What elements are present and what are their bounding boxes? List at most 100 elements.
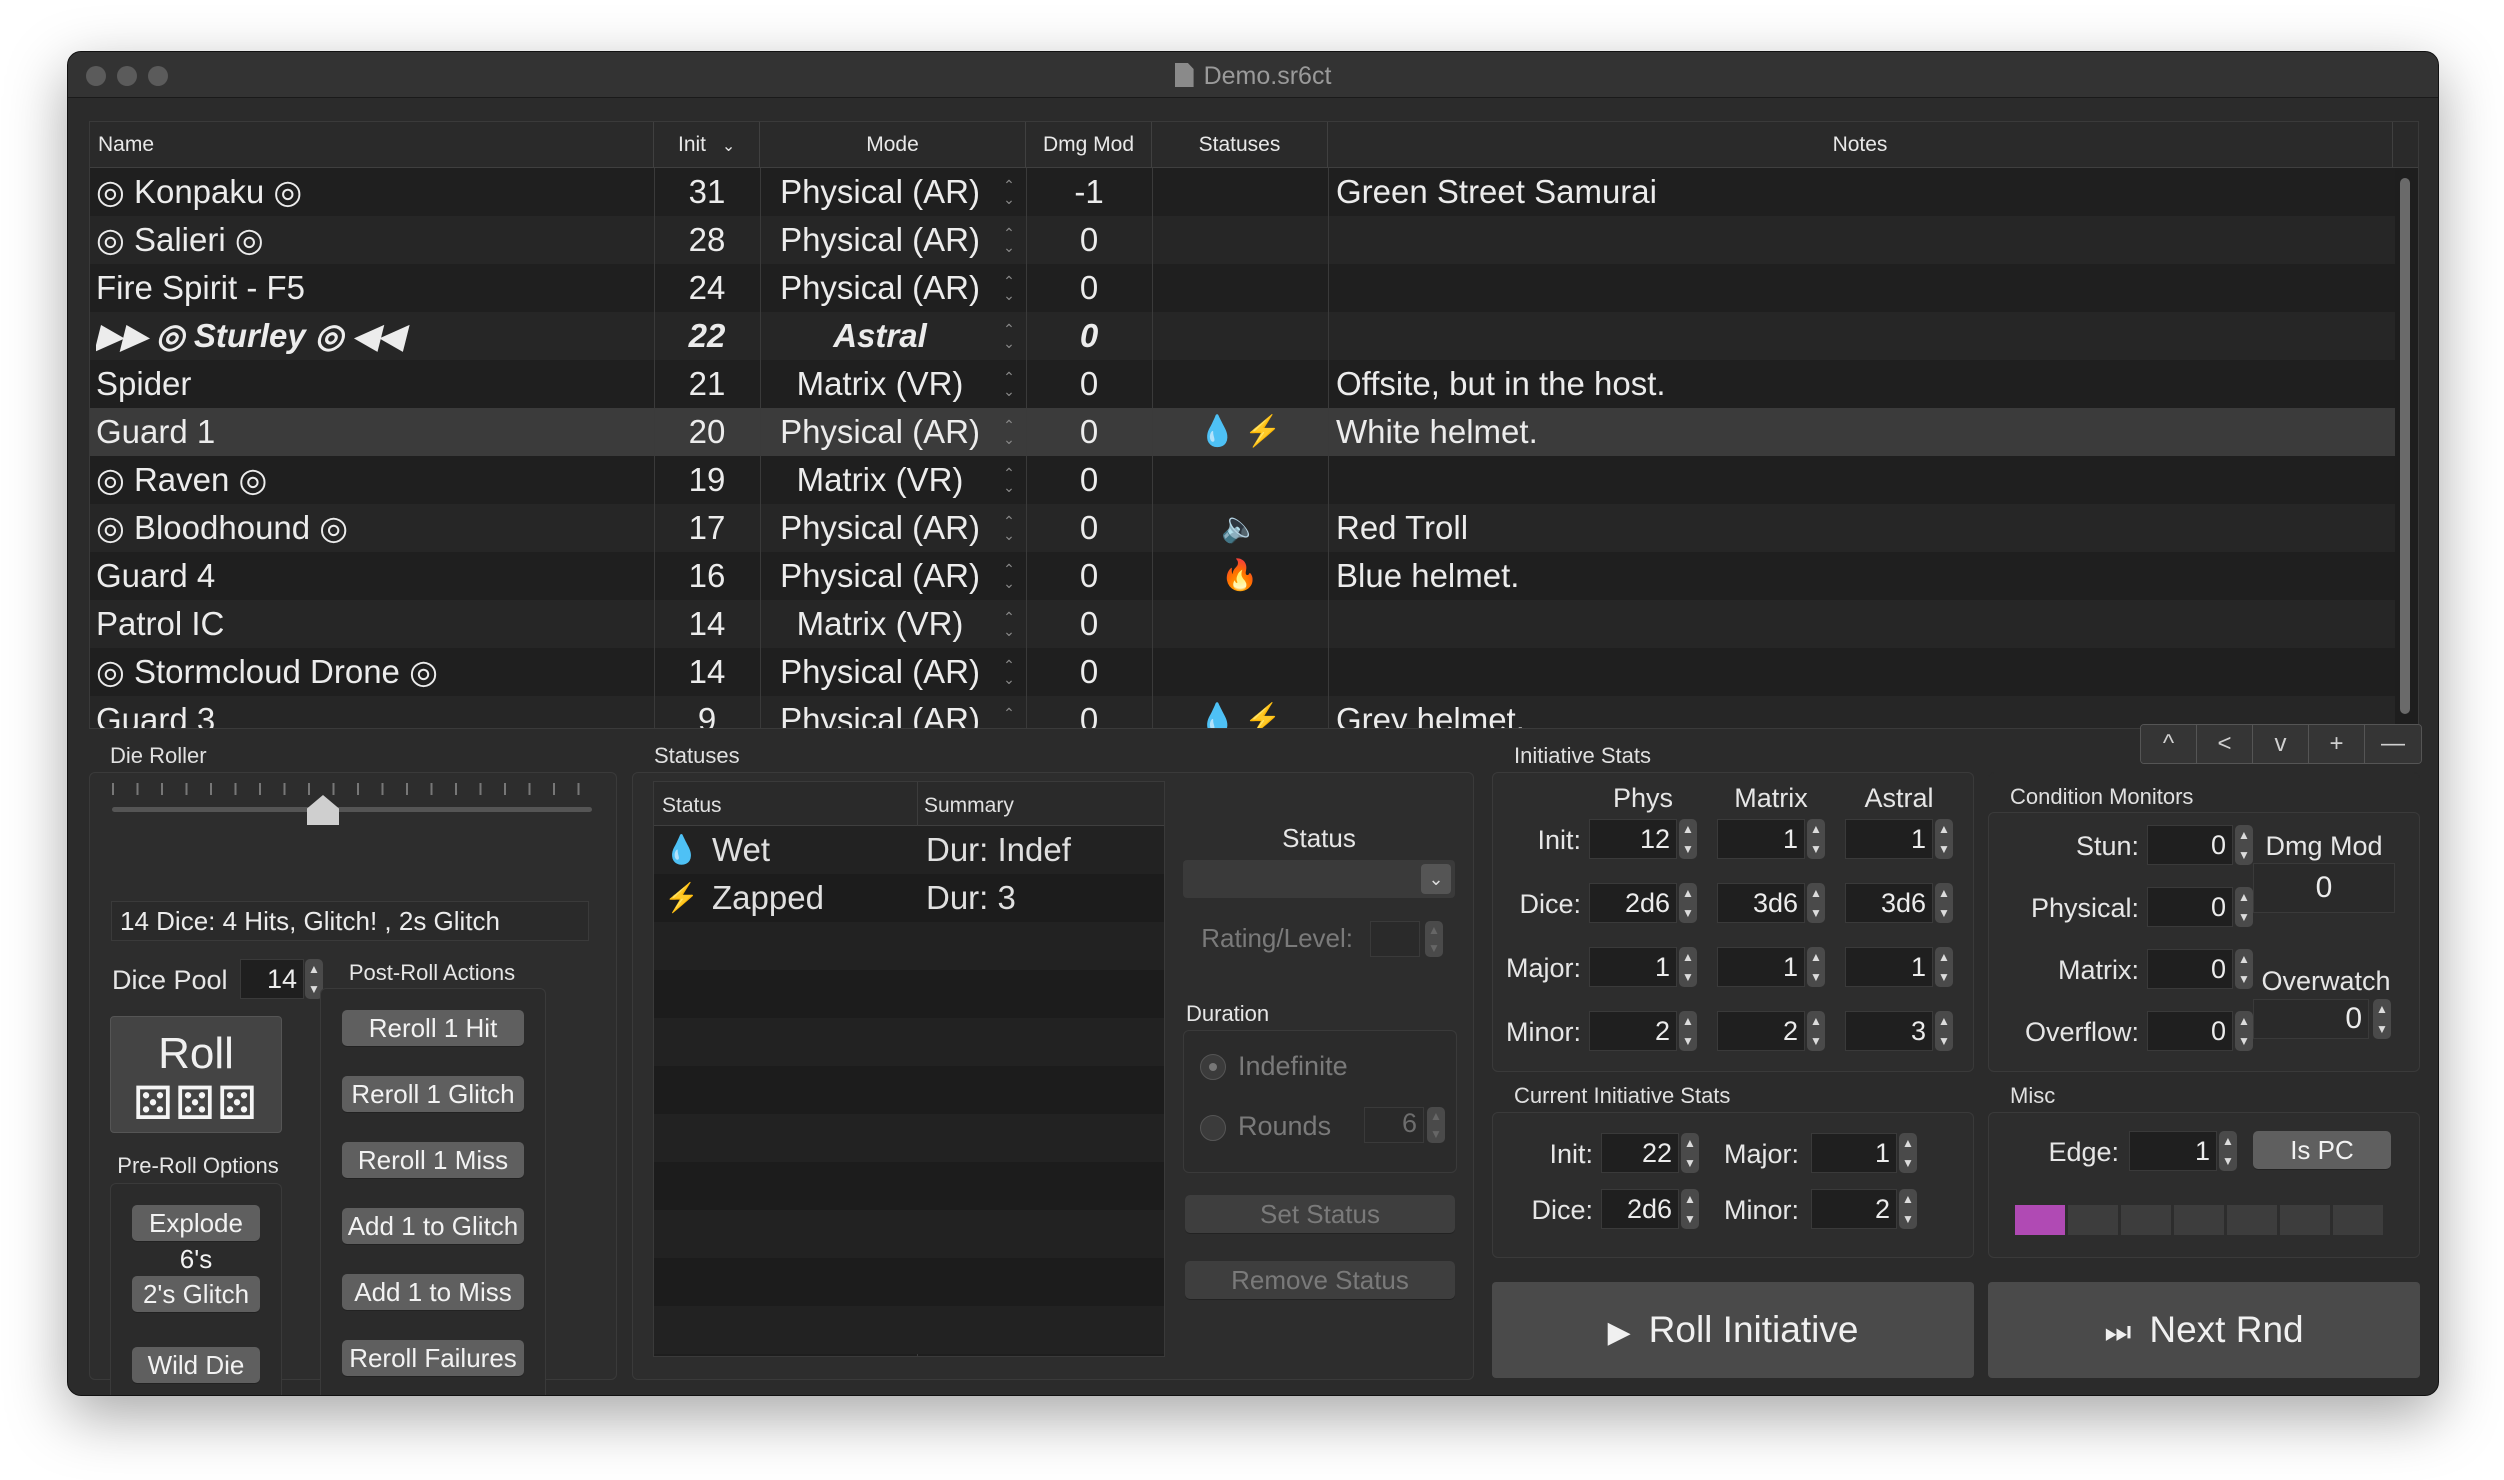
cur-minor-stepper[interactable]: ▲ ▼: [1899, 1189, 1917, 1229]
table-row[interactable]: Fire Spirit - F5 24 Physical (AR) ⌃ ⌄ 0: [90, 264, 2395, 312]
row-mode[interactable]: Physical (AR): [760, 552, 1000, 600]
table-row[interactable]: ◎ Bloodhound ◎ 17 Physical (AR) ⌃ ⌄ 0 🔈 Red Tro…: [90, 504, 2395, 552]
row-mode[interactable]: Matrix (VR): [760, 600, 1000, 648]
roll-button[interactable]: Roll ⚄⚄⚄: [110, 1016, 282, 1133]
roll-initiative-button[interactable]: ▶ Roll Initiative: [1492, 1282, 1974, 1378]
edge-field[interactable]: 1: [2129, 1131, 2217, 1171]
condition-stepper[interactable]: ▲ ▼: [2235, 1011, 2253, 1051]
mode-updown-icon[interactable]: ⌃ ⌄: [1002, 466, 1016, 494]
condition-field[interactable]: 0: [2147, 825, 2233, 865]
col-header-name[interactable]: Name: [90, 122, 654, 168]
table-row[interactable]: Guard 1 20 Physical (AR) ⌃ ⌄ 0 💧 ⚡ White helmet…: [90, 408, 2395, 456]
mode-updown-icon[interactable]: ⌃ ⌄: [1002, 370, 1016, 398]
indefinite-radio[interactable]: [1200, 1054, 1226, 1080]
init-stat-stepper[interactable]: ▲ ▼: [1807, 947, 1825, 987]
row-mode[interactable]: Physical (AR): [760, 696, 1000, 728]
post-roll-action-button[interactable]: Add 1 to Glitch: [342, 1208, 524, 1244]
init-stat-stepper[interactable]: ▲ ▼: [1935, 1011, 1953, 1051]
init-stat-field[interactable]: 2: [1589, 1011, 1677, 1051]
table-row[interactable]: ◎ Stormcloud Drone ◎ 14 Physical (AR) ⌃ ⌄ 0: [90, 648, 2395, 696]
dice-slider[interactable]: [112, 783, 592, 825]
init-stat-stepper[interactable]: ▲ ▼: [1807, 1011, 1825, 1051]
init-stat-stepper[interactable]: ▲ ▼: [1679, 1011, 1697, 1051]
init-stat-field[interactable]: 3: [1845, 1011, 1933, 1051]
col-header-summary[interactable]: Summary: [924, 794, 1014, 818]
init-stat-field[interactable]: 2: [1717, 1011, 1805, 1051]
table-row[interactable]: ▶▶ ◎ Sturley ◎ ◀◀ 22 Astral ⌃ ⌄ 0: [90, 312, 2395, 360]
status-dropdown[interactable]: ⌄: [1183, 860, 1455, 898]
overwatch-stepper[interactable]: ▲ ▼: [2373, 999, 2391, 1039]
table-row[interactable]: ◎ Raven ◎ 19 Matrix (VR) ⌃ ⌄ 0: [90, 456, 2395, 504]
init-stat-stepper[interactable]: ▲ ▼: [1935, 819, 1953, 859]
edge-stepper[interactable]: ▲ ▼: [2219, 1131, 2237, 1171]
set-status-button[interactable]: Set Status: [1185, 1195, 1455, 1233]
status-table[interactable]: Status Summary 💧 Wet Dur: Indef ⚡ Zapped Dur:…: [653, 781, 1165, 1357]
cur-init-stepper[interactable]: ▲ ▼: [1681, 1133, 1699, 1173]
rating-level-field[interactable]: [1370, 921, 1420, 957]
table-row[interactable]: ◎ Salieri ◎ 28 Physical (AR) ⌃ ⌄ 0: [90, 216, 2395, 264]
status-row[interactable]: ⚡ Zapped Dur: 3: [654, 874, 1164, 922]
slider-knob[interactable]: [307, 795, 339, 825]
pre-roll-option-button[interactable]: Explode 6's: [132, 1205, 260, 1274]
table-row[interactable]: Guard 3 9 Physical (AR) ⌃ ⌄ 0 💧 ⚡ Grey helmet.: [90, 696, 2395, 728]
pre-roll-option-button[interactable]: Wild Die: [132, 1347, 260, 1383]
cur-dice-stepper[interactable]: ▲ ▼: [1681, 1189, 1699, 1229]
mode-updown-icon[interactable]: ⌃ ⌄: [1002, 418, 1016, 446]
table-scrollbar[interactable]: [2400, 178, 2410, 714]
condition-field[interactable]: 0: [2147, 949, 2233, 989]
rating-level-stepper[interactable]: ▲ ▼: [1425, 921, 1443, 957]
cur-major-stepper[interactable]: ▲ ▼: [1899, 1133, 1917, 1173]
status-row[interactable]: 💧 Wet Dur: Indef: [654, 826, 1164, 874]
post-roll-action-button[interactable]: Reroll 1 Hit: [342, 1010, 524, 1046]
is-pc-button[interactable]: Is PC: [2253, 1131, 2391, 1169]
init-stat-stepper[interactable]: ▲ ▼: [1935, 883, 1953, 923]
init-stat-field[interactable]: 3d6: [1845, 883, 1933, 923]
init-stat-stepper[interactable]: ▲ ▼: [1807, 883, 1825, 923]
table-row[interactable]: Patrol IC 14 Matrix (VR) ⌃ ⌄ 0: [90, 600, 2395, 648]
overwatch-field[interactable]: 0: [2253, 999, 2369, 1039]
row-mode[interactable]: Matrix (VR): [760, 456, 1000, 504]
stepper-down-icon[interactable]: ▼: [308, 982, 320, 996]
cur-init-field[interactable]: 22: [1601, 1133, 1679, 1173]
init-stat-field[interactable]: 1: [1845, 947, 1933, 987]
condition-field[interactable]: 0: [2147, 887, 2233, 927]
row-mode[interactable]: Physical (AR): [760, 504, 1000, 552]
row-mode[interactable]: Physical (AR): [760, 216, 1000, 264]
init-stat-field[interactable]: 1: [1717, 819, 1805, 859]
table-row[interactable]: Guard 4 16 Physical (AR) ⌃ ⌄ 0 🔥 Blue helmet.: [90, 552, 2395, 600]
stepper-up-icon[interactable]: ▲: [308, 962, 320, 976]
cur-minor-field[interactable]: 2: [1811, 1189, 1897, 1229]
col-header-statuses[interactable]: Statuses: [1152, 122, 1328, 168]
rounds-radio[interactable]: [1200, 1115, 1226, 1141]
rounds-stepper[interactable]: ▲ ▼: [1427, 1107, 1445, 1143]
mode-updown-icon[interactable]: ⌃ ⌄: [1002, 322, 1016, 350]
row-mode[interactable]: Physical (AR): [760, 168, 1000, 216]
col-header-init[interactable]: Init ⌄: [654, 122, 760, 168]
add-row-button[interactable]: +: [2309, 725, 2365, 763]
init-stat-field[interactable]: 1: [1845, 819, 1933, 859]
mode-updown-icon[interactable]: ⌃ ⌄: [1002, 658, 1016, 686]
col-header-mode[interactable]: Mode: [760, 122, 1026, 168]
rounds-field[interactable]: 6: [1364, 1107, 1424, 1143]
row-mode[interactable]: Physical (AR): [760, 408, 1000, 456]
cur-dice-field[interactable]: 2d6: [1601, 1189, 1679, 1229]
mode-updown-icon[interactable]: ⌃ ⌄: [1002, 610, 1016, 638]
combatant-table[interactable]: Name Init ⌄ Mode Dmg Mod Statuses Notes …: [89, 121, 2419, 729]
post-roll-action-button[interactable]: Reroll Failures: [342, 1340, 524, 1376]
mode-updown-icon[interactable]: ⌃ ⌄: [1002, 274, 1016, 302]
init-stat-stepper[interactable]: ▲ ▼: [1935, 947, 1953, 987]
mode-updown-icon[interactable]: ⌃ ⌄: [1002, 226, 1016, 254]
init-stat-field[interactable]: 12: [1589, 819, 1677, 859]
init-stat-stepper[interactable]: ▲ ▼: [1807, 819, 1825, 859]
col-header-status[interactable]: Status: [662, 794, 722, 818]
cur-major-field[interactable]: 1: [1811, 1133, 1897, 1173]
row-mode[interactable]: Astral: [760, 312, 1000, 360]
next-round-button[interactable]: ⏭ Next Rnd: [1988, 1282, 2420, 1378]
remove-row-button[interactable]: —: [2365, 725, 2421, 763]
move-left-button[interactable]: <: [2197, 725, 2253, 763]
table-row[interactable]: Spider 21 Matrix (VR) ⌃ ⌄ 0 Offsite, but in th…: [90, 360, 2395, 408]
post-roll-action-button[interactable]: Add 1 to Miss: [342, 1274, 524, 1310]
col-header-dmg[interactable]: Dmg Mod: [1026, 122, 1152, 168]
init-stat-field[interactable]: 2d6: [1589, 883, 1677, 923]
mode-updown-icon[interactable]: ⌃ ⌄: [1002, 178, 1016, 206]
